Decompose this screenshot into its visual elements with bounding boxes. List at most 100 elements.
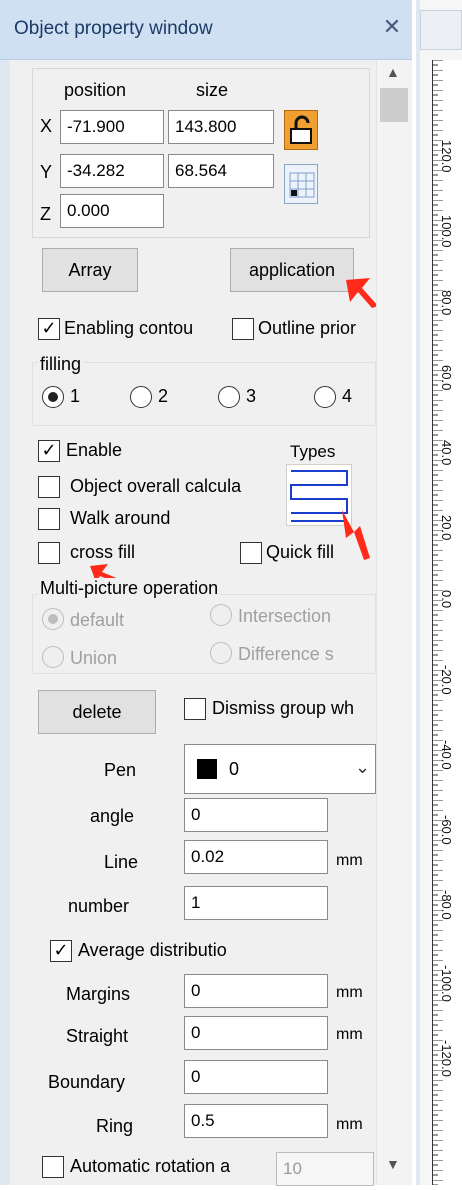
lock-icon[interactable] xyxy=(284,110,318,150)
panel-titlebar: Object property window ✕ xyxy=(0,0,412,60)
scroll-down-icon[interactable]: ▼ xyxy=(386,1156,400,1172)
auto-rotation-checkbox[interactable] xyxy=(42,1156,64,1178)
ruler-tick-label: 40.0 xyxy=(439,440,454,466)
filling-option-4-radio[interactable] xyxy=(314,386,336,408)
number-input[interactable]: 1 xyxy=(184,886,328,920)
object-overall-label: Object overall calcula xyxy=(70,476,242,496)
default-radio[interactable] xyxy=(42,608,64,630)
average-distribution-label: Average distributio xyxy=(78,940,227,960)
intersection-radio[interactable] xyxy=(210,604,232,626)
difference-radio[interactable] xyxy=(210,642,232,664)
multi-picture-label: Multi-picture operation xyxy=(38,578,221,599)
margins-input[interactable]: 0 xyxy=(184,974,328,1008)
dismiss-group-label: Dismiss group wh xyxy=(212,698,355,718)
ruler-tick-label: 80.0 xyxy=(439,290,454,316)
outline-priority-label: Outline prior xyxy=(258,318,357,338)
scroll-thumb[interactable] xyxy=(380,88,408,122)
y-label: Y xyxy=(40,162,53,182)
size-label: size xyxy=(196,80,229,100)
position-label: position xyxy=(64,80,127,100)
array-button[interactable]: Array xyxy=(42,248,138,292)
ring-input[interactable]: 0.5 xyxy=(184,1104,328,1138)
filling-option-1-radio[interactable] xyxy=(42,386,64,408)
union-label: Union xyxy=(70,648,118,668)
enable-checkbox[interactable]: ✓ xyxy=(38,440,60,462)
angle-input[interactable]: 0 xyxy=(184,798,328,832)
average-distribution-checkbox[interactable]: ✓ xyxy=(50,940,72,962)
straight-unit: mm xyxy=(336,1026,363,1043)
boundary-input[interactable]: 0 xyxy=(184,1060,328,1094)
alignment-grid-icon[interactable] xyxy=(284,164,318,204)
filling-option-2-radio[interactable] xyxy=(130,386,152,408)
cross-fill-label: cross fill xyxy=(70,542,136,562)
intersection-label: Intersection xyxy=(238,606,332,626)
pen-value: 0 xyxy=(229,759,240,779)
enable-label: Enable xyxy=(66,440,123,460)
ring-unit: mm xyxy=(336,1116,363,1133)
document-tab-icon[interactable] xyxy=(420,10,462,50)
x-size-input[interactable]: 143.800 xyxy=(168,110,274,144)
ruler-tick-label: 100.0 xyxy=(439,215,454,248)
pen-select[interactable]: 0 ⌄ xyxy=(184,744,376,794)
delete-button[interactable]: delete xyxy=(38,690,156,734)
straight-input[interactable]: 0 xyxy=(184,1016,328,1050)
ruler-tick-label: 120.0 xyxy=(439,140,454,173)
difference-label: Difference s xyxy=(238,644,334,664)
application-button[interactable]: application xyxy=(230,248,354,292)
walk-around-label: Walk around xyxy=(70,508,171,528)
ruler-tick-label: 0.0 xyxy=(439,590,454,609)
cross-fill-checkbox[interactable] xyxy=(38,542,60,564)
ring-label: Ring xyxy=(96,1116,134,1136)
highlight-arrow-icon xyxy=(342,510,370,560)
auto-rotation-input[interactable]: 10 xyxy=(276,1152,374,1186)
auto-rotation-label: Automatic rotation a xyxy=(70,1156,231,1176)
line-input[interactable]: 0.02 xyxy=(184,840,328,874)
ruler-tick-label: -120.0 xyxy=(439,1040,454,1077)
ruler-tick-label: -60.0 xyxy=(439,815,454,845)
boundary-label: Boundary xyxy=(48,1072,126,1092)
dismiss-group-checkbox[interactable] xyxy=(184,698,206,720)
scroll-up-icon[interactable]: ▲ xyxy=(386,64,400,80)
x-label: X xyxy=(40,116,53,136)
filling-option-2-label: 2 xyxy=(158,386,169,406)
enabling-contour-label: Enabling contou xyxy=(64,318,194,338)
pen-color-swatch xyxy=(197,759,217,779)
filling-option-4-label: 4 xyxy=(342,386,353,406)
straight-label: Straight xyxy=(66,1026,129,1046)
line-label: Line xyxy=(104,852,139,872)
line-unit: mm xyxy=(336,852,363,869)
vertical-scrollbar[interactable] xyxy=(376,60,412,1185)
object-overall-checkbox[interactable] xyxy=(38,476,60,498)
default-label: default xyxy=(70,610,125,630)
ruler-tick-label: -80.0 xyxy=(439,890,454,920)
margins-label: Margins xyxy=(66,984,131,1004)
margins-unit: mm xyxy=(336,984,363,1001)
y-position-input[interactable]: -34.282 xyxy=(60,154,164,188)
ruler-tick-label: -40.0 xyxy=(439,740,454,770)
x-position-input[interactable]: -71.900 xyxy=(60,110,164,144)
close-icon[interactable]: ✕ xyxy=(380,14,404,40)
z-input[interactable]: 0.000 xyxy=(60,194,164,228)
ruler-tick-label: 60.0 xyxy=(439,365,454,391)
filling-option-1-label: 1 xyxy=(70,386,81,406)
filling-label: filling xyxy=(38,354,84,375)
types-label: Types xyxy=(290,442,336,461)
enabling-contour-checkbox[interactable]: ✓ xyxy=(38,318,60,340)
ruler-tick-label: 20.0 xyxy=(439,515,454,541)
chevron-down-icon: ⌄ xyxy=(355,757,371,777)
highlight-arrow-icon xyxy=(346,278,378,308)
filling-option-3-radio[interactable] xyxy=(218,386,240,408)
angle-label: angle xyxy=(90,806,135,826)
quick-fill-checkbox[interactable] xyxy=(240,542,262,564)
union-radio[interactable] xyxy=(42,646,64,668)
z-label: Z xyxy=(40,204,51,224)
ruler-tick-label: -100.0 xyxy=(439,965,454,1002)
pen-label: Pen xyxy=(104,760,137,780)
walk-around-checkbox[interactable] xyxy=(38,508,60,530)
ruler-tick-label: -20.0 xyxy=(439,665,454,695)
number-label: number xyxy=(68,896,130,916)
y-size-input[interactable]: 68.564 xyxy=(168,154,274,188)
filling-option-3-label: 3 xyxy=(246,386,257,406)
outline-priority-checkbox[interactable] xyxy=(232,318,254,340)
panel-title: Object property window xyxy=(14,18,213,39)
